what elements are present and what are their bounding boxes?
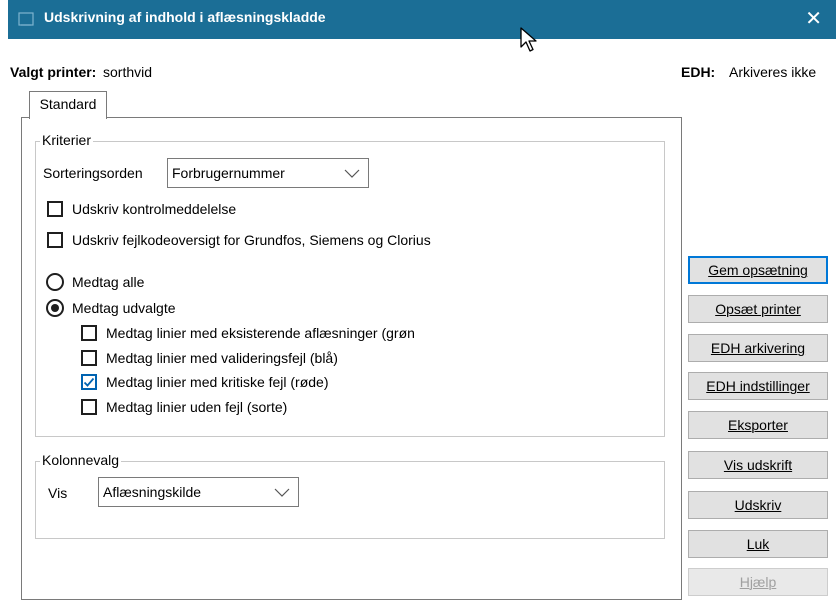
vis-select-value: Aflæsningskilde: [103, 484, 202, 500]
sub-option-label: Medtag linier med kritiske fejl (røde): [106, 374, 329, 390]
tab-standard[interactable]: Standard: [29, 91, 107, 119]
vis-label: Vis: [48, 485, 68, 501]
edh-settings-button[interactable]: EDH indstillinger: [688, 372, 828, 400]
vis-select[interactable]: Aflæsningskilde: [98, 477, 299, 507]
sub-option-checkbox-checked[interactable]: [81, 374, 97, 390]
sort-select-value: Forbrugernummer: [172, 165, 285, 181]
checkmark-icon: [83, 377, 95, 387]
chevron-down-icon: [274, 488, 290, 497]
window-title: Udskrivning af indhold i aflæsningskladd…: [44, 9, 326, 25]
error-overview-label: Udskriv fejlkodeoversigt for Grundfos, S…: [72, 232, 431, 248]
sub-option-row[interactable]: Medtag linier med valideringsfejl (blå): [81, 350, 338, 366]
sub-option-row[interactable]: Medtag linier med eksisterende aflæsning…: [81, 325, 415, 341]
printer-label: Valgt printer:: [10, 64, 97, 80]
columns-legend: Kolonnevalg: [40, 452, 122, 468]
help-button: Hjælp: [688, 568, 828, 596]
title-bar: Udskrivning af indhold i aflæsningskladd…: [8, 0, 836, 39]
include-selected-label: Medtag udvalgte: [72, 300, 176, 316]
setup-printer-button[interactable]: Opsæt printer: [688, 295, 828, 323]
sub-option-row[interactable]: Medtag linier med kritiske fejl (røde): [81, 374, 329, 390]
error-overview-checkbox-row[interactable]: Udskriv fejlkodeoversigt for Grundfos, S…: [47, 232, 431, 248]
close-icon[interactable]: ✕: [805, 6, 822, 31]
control-msg-label: Udskriv kontrolmeddelelse: [72, 201, 237, 217]
control-msg-checkbox[interactable]: [47, 201, 63, 217]
include-selected-radio[interactable]: [46, 299, 64, 317]
save-setup-button[interactable]: Gem opsætning: [688, 256, 828, 284]
close-button[interactable]: Luk: [688, 530, 828, 558]
sub-option-checkbox[interactable]: [81, 325, 97, 341]
sort-label: Sorteringsorden: [43, 165, 143, 181]
chevron-down-icon: [344, 169, 360, 178]
control-msg-checkbox-row[interactable]: Udskriv kontrolmeddelelse: [47, 201, 236, 217]
sort-select[interactable]: Forbrugernummer: [167, 158, 369, 188]
sub-option-checkbox[interactable]: [81, 399, 97, 415]
sub-option-label: Medtag linier uden fejl (sorte): [106, 399, 288, 415]
app-icon: [18, 12, 34, 26]
criteria-legend: Kriterier: [40, 132, 94, 148]
print-button[interactable]: Udskriv: [688, 491, 828, 519]
printer-value: sorthvid: [103, 64, 153, 80]
error-overview-checkbox[interactable]: [47, 232, 63, 248]
sub-option-label: Medtag linier med eksisterende aflæsning…: [106, 325, 415, 341]
edh-archive-button[interactable]: EDH arkivering: [688, 334, 828, 362]
sub-option-checkbox[interactable]: [81, 350, 97, 366]
preview-button[interactable]: Vis udskrift: [688, 451, 828, 479]
edh-value: Arkiveres ikke: [729, 64, 817, 80]
tab-panel: Kriterier Sorteringsorden Forbrugernumme…: [21, 117, 682, 600]
export-button[interactable]: Eksporter: [688, 411, 828, 439]
include-selected-radio-row[interactable]: Medtag udvalgte: [46, 299, 176, 317]
edh-label: EDH:: [681, 64, 716, 80]
sub-option-row[interactable]: Medtag linier uden fejl (sorte): [81, 399, 287, 415]
include-all-label: Medtag alle: [72, 274, 145, 290]
include-all-radio[interactable]: [46, 273, 64, 291]
include-all-radio-row[interactable]: Medtag alle: [46, 273, 144, 291]
sub-option-label: Medtag linier med valideringsfejl (blå): [106, 350, 338, 366]
mouse-cursor-icon: [520, 27, 537, 52]
